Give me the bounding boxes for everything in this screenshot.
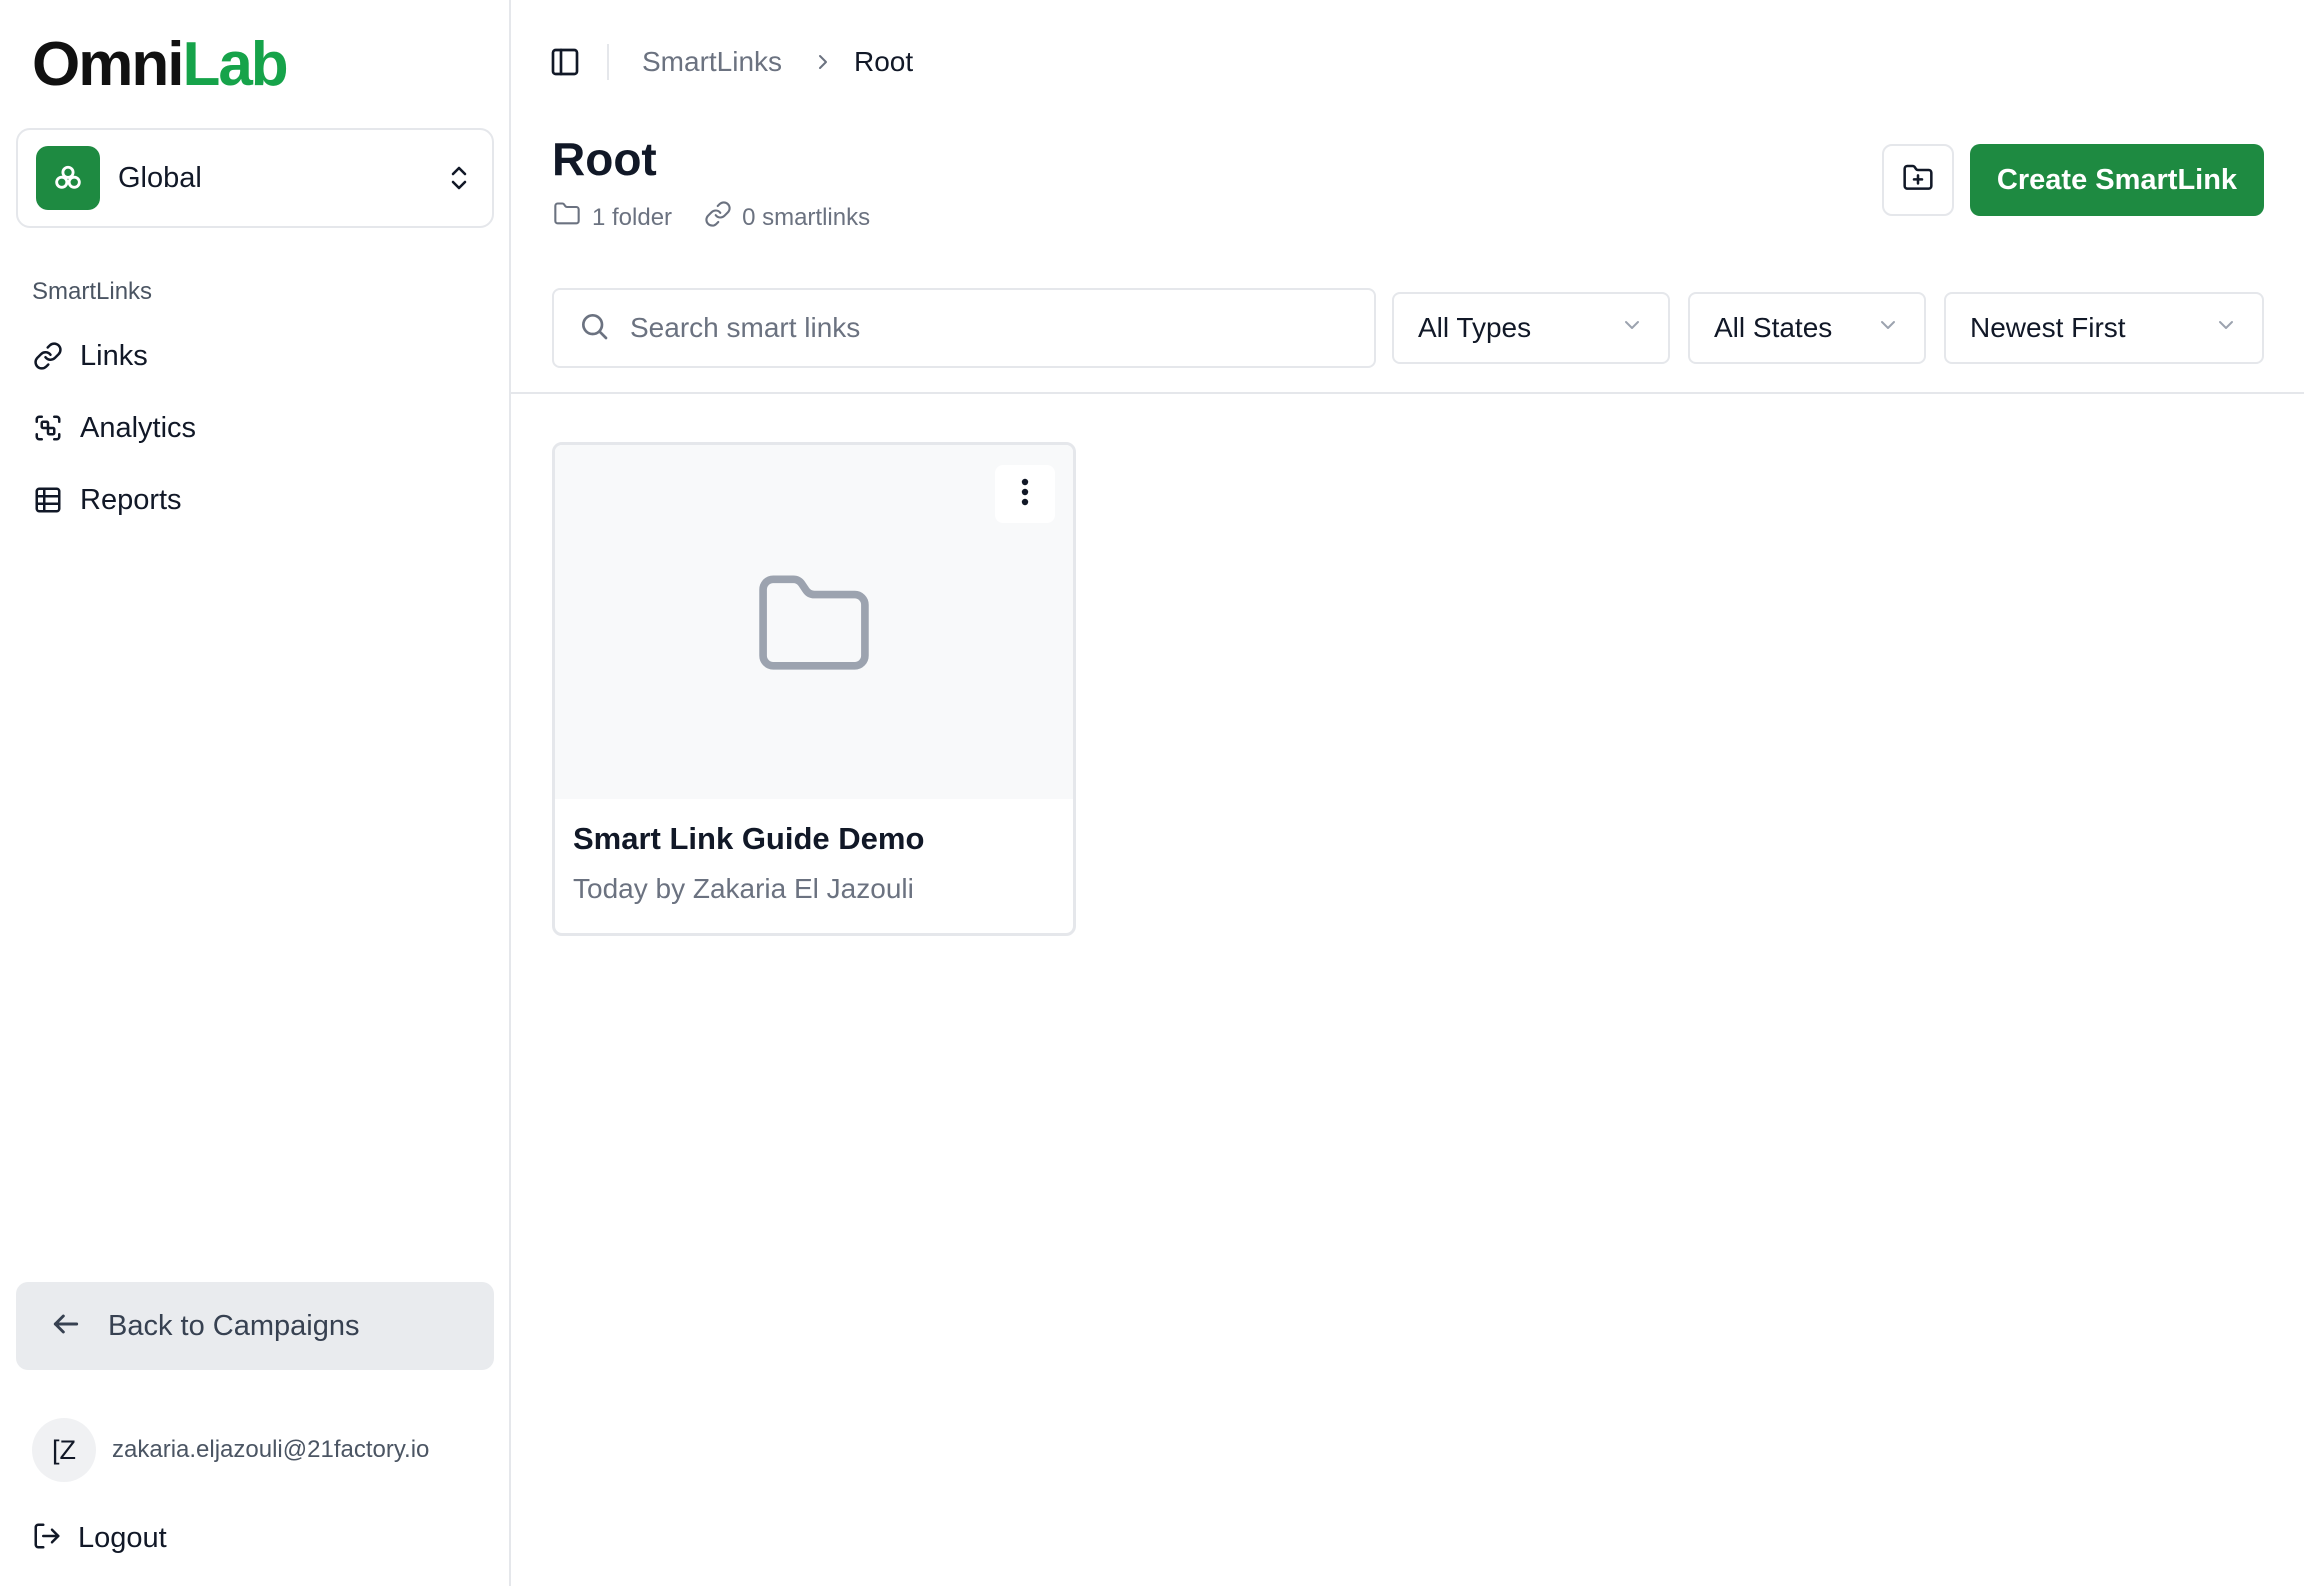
logo-text-lab: Lab: [182, 30, 288, 99]
chevron-up-down-icon: [444, 158, 474, 198]
workspace-name: Global: [118, 161, 202, 194]
type-filter-select[interactable]: All Types: [1392, 292, 1670, 364]
user-email: zakaria.eljazouli@21factory.io: [112, 1436, 430, 1463]
logo-text-omni: Omni: [32, 30, 184, 99]
sidebar-item-links[interactable]: Links: [32, 328, 492, 384]
omnilab-logo[interactable]: OmniLab: [32, 30, 289, 100]
search-field[interactable]: [552, 288, 1376, 368]
chevron-down-icon: [2214, 312, 2238, 344]
folder-thumbnail: [555, 445, 1073, 799]
table-icon: [32, 484, 64, 516]
toolbar-divider: [607, 44, 609, 80]
breadcrumb-smartlinks[interactable]: SmartLinks: [642, 46, 782, 78]
search-input[interactable]: [630, 312, 1350, 344]
sort-select[interactable]: Newest First: [1944, 292, 2264, 364]
type-filter-value: All Types: [1418, 312, 1532, 343]
new-folder-button[interactable]: [1882, 144, 1954, 216]
folder-icon: [552, 200, 582, 235]
sidebar-item-label: Links: [80, 339, 148, 372]
back-to-campaigns-button[interactable]: Back to Campaigns: [16, 1282, 494, 1370]
folder-count: 1 folder: [552, 200, 672, 235]
chevron-down-icon: [1620, 312, 1644, 344]
main-content: SmartLinks Root Root 1 folder 0 smartlin…: [511, 0, 2304, 1586]
analytics-icon: [32, 412, 64, 444]
link-icon: [704, 200, 732, 235]
chevron-right-icon: [811, 50, 835, 74]
folder-count-text: 1 folder: [592, 203, 673, 231]
state-filter-value: All States: [1714, 312, 1833, 343]
folder-stats: 1 folder 0 smartlinks: [552, 200, 902, 235]
arrow-left-icon: [50, 1308, 82, 1345]
page-title: Root: [552, 133, 657, 185]
divider: [511, 392, 2304, 394]
workspace-icon: [36, 146, 100, 210]
avatar: [Z: [32, 1418, 96, 1482]
sidebar-item-label: Analytics: [80, 411, 197, 444]
create-smartlink-button[interactable]: Create SmartLink: [1970, 144, 2264, 216]
sidebar-item-analytics[interactable]: Analytics: [32, 400, 492, 456]
folder-card[interactable]: Smart Link Guide Demo Today by Zakaria E…: [552, 442, 1076, 936]
logout-label: Logout: [78, 1521, 167, 1554]
sort-value: Newest First: [1970, 312, 2126, 343]
folder-name: Smart Link Guide Demo: [573, 821, 925, 856]
sidebar-item-reports[interactable]: Reports: [32, 472, 492, 528]
folder-plus-icon: [1902, 162, 1934, 199]
logout-icon: [32, 1521, 62, 1556]
state-filter-select[interactable]: All States: [1688, 292, 1926, 364]
sidebar-section-label: SmartLinks: [32, 278, 153, 305]
chevron-down-icon: [1876, 312, 1900, 344]
smartlink-count: 0 smartlinks: [704, 200, 870, 235]
more-vertical-icon: [1020, 477, 1030, 512]
search-icon: [578, 310, 610, 347]
workspace-switcher[interactable]: Global: [16, 128, 494, 228]
folder-icon: [752, 564, 876, 681]
logout-button[interactable]: Logout: [32, 1508, 167, 1568]
sidebar-item-label: Reports: [80, 483, 182, 516]
sidebar: OmniLab Global SmartLinks Links Analytic…: [0, 0, 511, 1586]
smartlink-count-text: 0 smartlinks: [742, 203, 871, 231]
breadcrumb-current: Root: [854, 46, 914, 77]
user-profile[interactable]: [Z zakaria.eljazouli@21factory.io: [32, 1418, 429, 1482]
back-to-campaigns-label: Back to Campaigns: [108, 1309, 360, 1342]
more-options-button[interactable]: [995, 465, 1055, 523]
folder-meta: Today by Zakaria El Jazouli: [573, 873, 914, 904]
sidebar-toggle-icon[interactable]: [549, 46, 581, 78]
link-icon: [32, 340, 64, 372]
